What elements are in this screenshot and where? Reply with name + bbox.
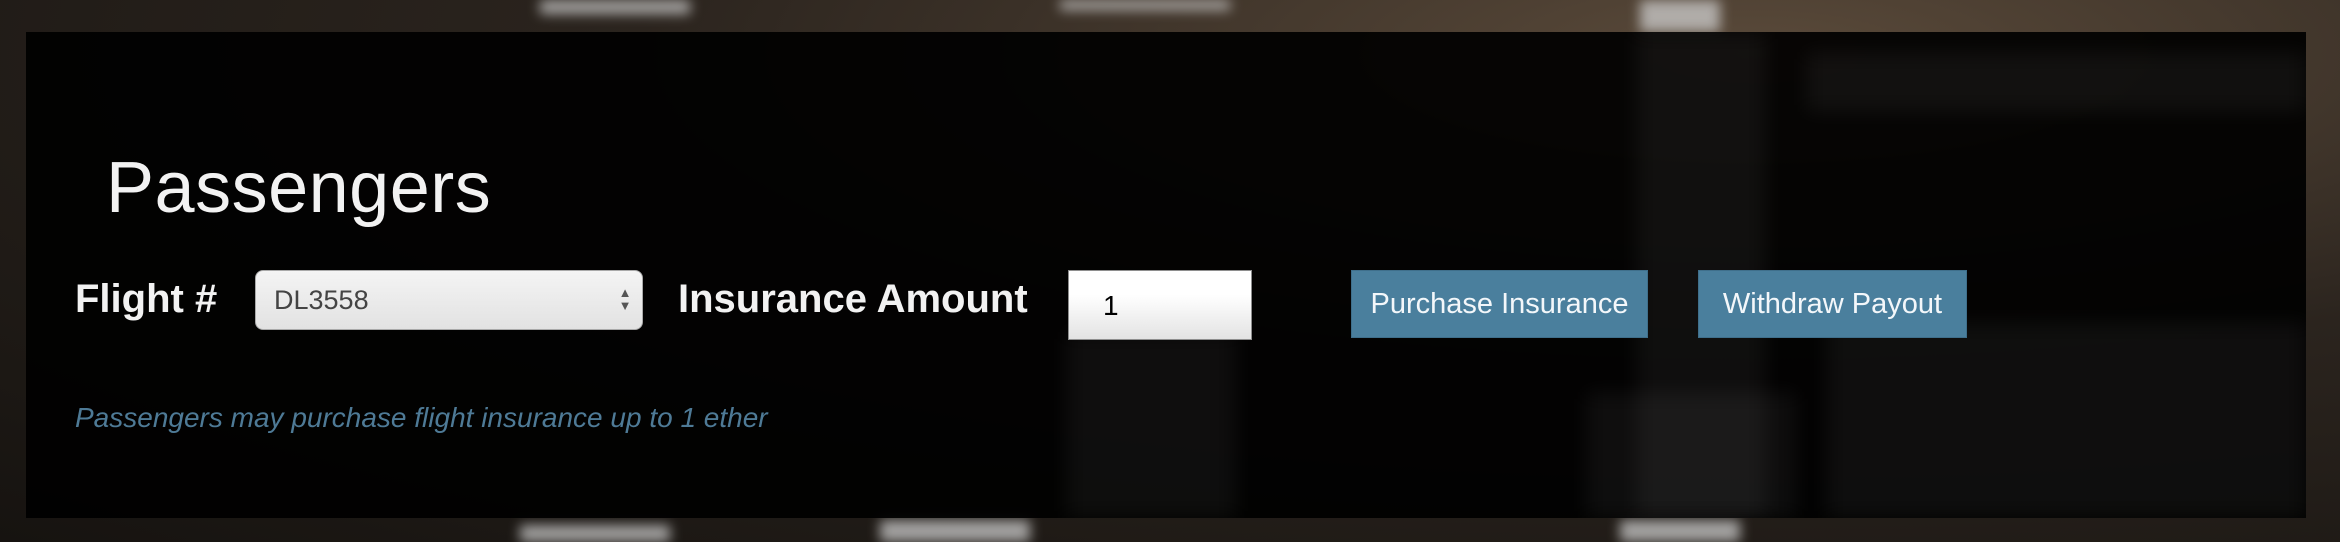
bg-stripe [1620,520,1740,542]
bg-ghost [1586,392,1796,518]
insurance-amount-label: Insurance Amount [678,277,1028,321]
bg-stripe [1640,0,1720,32]
flight-number-select[interactable]: DL3558 ▲ ▼ [255,270,643,330]
bg-stripe [520,525,670,542]
flight-number-selected-value: DL3558 [274,285,369,315]
bg-stripe [880,520,1030,542]
flight-number-label: Flight # [75,277,218,321]
purchase-insurance-button[interactable]: Purchase Insurance [1351,270,1648,338]
page-title: Passengers [106,148,492,228]
bg-ghost [1826,322,2306,518]
bg-ghost [1066,332,1236,518]
bg-ghost [1806,52,2306,112]
insurance-limit-hint: Passengers may purchase flight insurance… [75,402,768,433]
bg-stripe [540,0,690,14]
passengers-panel: Passengers Flight # DL3558 ▲ ▼ Insurance … [26,32,2306,518]
withdraw-payout-button[interactable]: Withdraw Payout [1698,270,1967,338]
bg-stripe [1060,0,1230,10]
up-down-chevron-icon: ▲ ▼ [618,285,632,313]
insurance-amount-input[interactable]: 1 [1068,270,1252,340]
